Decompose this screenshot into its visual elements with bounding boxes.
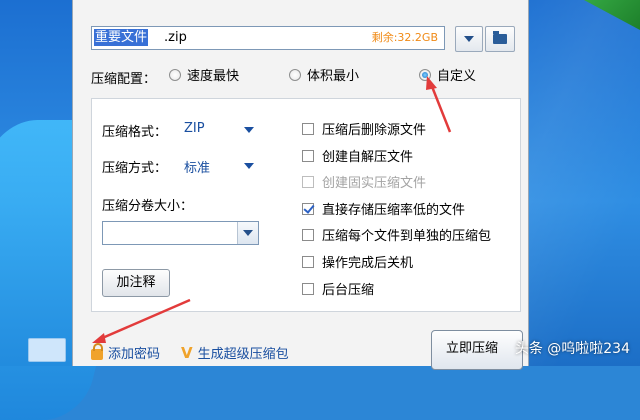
checkbox-store-low-ratio[interactable]: 直接存储压缩率低的文件: [302, 199, 465, 218]
compress-dialog: 重要文件 .zip 剩余:32.2GB 压缩配置： 速度最快 体积最小 自定义 …: [72, 0, 529, 370]
checkbox-self-extract[interactable]: 创建自解压文件: [302, 146, 413, 165]
radio-label: 速度最快: [187, 69, 240, 84]
super-archive-label: 生成超级压缩包: [197, 347, 289, 362]
add-password-link[interactable]: 添加密码: [91, 343, 160, 362]
checkbox-solid-archive: 创建固实压缩文件: [302, 172, 426, 191]
checkbox-label: 操作完成后关机: [322, 256, 414, 271]
checkbox-box: [302, 228, 314, 241]
radio-label: 自定义: [437, 69, 477, 84]
checkbox-label: 直接存储压缩率低的文件: [322, 203, 466, 218]
radio-fastest[interactable]: 速度最快: [169, 65, 239, 84]
volume-size-combobox[interactable]: [102, 221, 259, 245]
checkbox-label: 压缩后删除源文件: [322, 123, 427, 138]
checkbox-shutdown-after[interactable]: 操作完成后关机: [302, 252, 413, 271]
radio-circle: [169, 68, 181, 81]
radio-circle-selected: [419, 68, 431, 81]
compress-config-label: 压缩配置：: [91, 72, 157, 87]
add-comment-button[interactable]: 加注释: [102, 269, 170, 297]
checkbox-label: 创建自解压文件: [322, 150, 414, 165]
radio-custom[interactable]: 自定义: [419, 65, 476, 84]
volume-size-label: 压缩分卷大小：: [102, 199, 194, 214]
watermark: 头条 @呜啦啦234: [514, 341, 630, 357]
browse-folder-button[interactable]: [485, 26, 515, 52]
format-select[interactable]: ZIP: [184, 121, 205, 136]
checkbox-separate-archives[interactable]: 压缩每个文件到单独的压缩包: [302, 225, 491, 244]
v-check-icon: V: [181, 343, 193, 362]
checkbox-box: [302, 255, 314, 268]
checkbox-background[interactable]: 后台压缩: [302, 279, 374, 298]
checkbox-box: [302, 149, 314, 162]
checkbox-label: 压缩每个文件到单独的压缩包: [322, 229, 492, 244]
radio-smallest[interactable]: 体积最小: [289, 65, 359, 84]
chevron-down-icon[interactable]: [237, 222, 258, 244]
super-archive-link[interactable]: V 生成超级压缩包: [181, 343, 289, 363]
method-label: 压缩方式：: [102, 161, 168, 176]
path-history-dropdown-button[interactable]: [455, 26, 483, 52]
lock-icon: [91, 343, 103, 360]
radio-circle: [289, 68, 301, 81]
desktop-icon[interactable]: [28, 338, 66, 362]
chevron-down-icon: [464, 36, 474, 42]
add-password-label: 添加密码: [108, 347, 161, 362]
path-selected-text: 重要文件: [94, 29, 149, 46]
wallpaper-accent: [584, 0, 640, 30]
checkbox-label: 创建固实压缩文件: [322, 176, 427, 191]
chevron-down-icon[interactable]: [244, 163, 254, 169]
chevron-down-icon[interactable]: [244, 127, 254, 133]
archive-path-input[interactable]: 重要文件 .zip 剩余:32.2GB: [91, 26, 445, 50]
folder-icon: [493, 31, 507, 44]
path-extension: .zip: [164, 30, 187, 45]
checkbox-box: [302, 282, 314, 295]
method-select[interactable]: 标准: [184, 157, 210, 176]
checkbox-box-checked: [302, 202, 314, 215]
radio-label: 体积最小: [307, 69, 360, 84]
checkbox-box: [302, 122, 314, 135]
checkbox-delete-source[interactable]: 压缩后删除源文件: [302, 119, 426, 138]
checkbox-box: [302, 175, 314, 188]
custom-options-panel: 压缩格式： ZIP 压缩方式： 标准 压缩分卷大小： 加注释 压缩后删除源文件 …: [91, 98, 521, 312]
compress-now-button[interactable]: 立即压缩: [431, 330, 523, 370]
format-label: 压缩格式：: [102, 125, 168, 140]
checkbox-label: 后台压缩: [322, 283, 375, 298]
free-space-label: 剩余:32.2GB: [371, 31, 438, 44]
